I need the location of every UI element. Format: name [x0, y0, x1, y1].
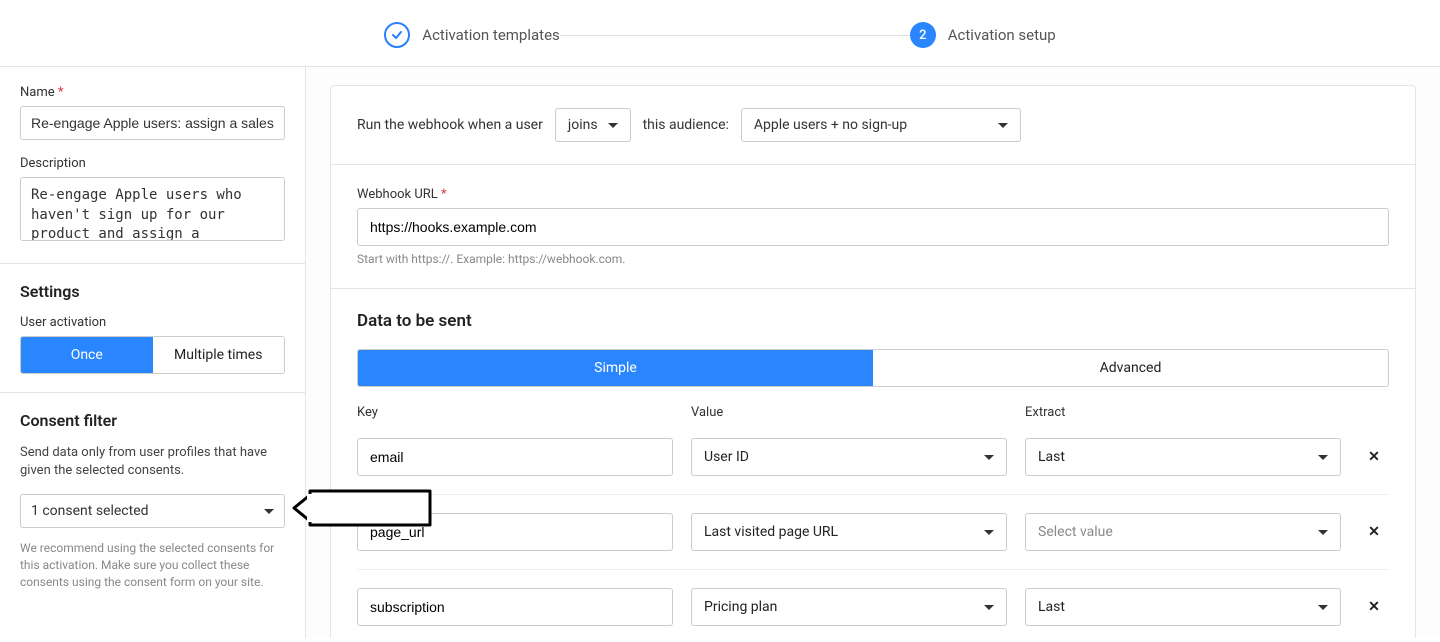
step-1[interactable]: Activation templates [384, 22, 559, 48]
description-label: Description [20, 156, 285, 171]
consent-filter-title: Consent filter [20, 411, 285, 430]
param-value: User ID [704, 449, 749, 465]
col-value: Value [691, 405, 1007, 420]
run-prefix: Run the webhook when a user [357, 117, 543, 133]
main-content: Run the webhook when a user joins this a… [306, 67, 1440, 638]
param-extract-placeholder: Select value [1038, 524, 1113, 540]
chevron-down-icon [264, 509, 274, 514]
param-key-input[interactable] [357, 588, 673, 626]
param-key-input[interactable] [357, 438, 673, 476]
webhook-url-label: Webhook URL [357, 187, 1389, 202]
remove-row-button[interactable]: ✕ [1359, 524, 1389, 540]
param-extract-select[interactable]: Last [1025, 438, 1341, 476]
chevron-down-icon [984, 605, 994, 610]
step-2-number: 2 [910, 22, 936, 48]
tab-simple[interactable]: Simple [358, 350, 873, 386]
run-action-select[interactable]: joins [555, 108, 631, 142]
param-value-select[interactable]: User ID [691, 438, 1007, 476]
col-extract: Extract [1025, 405, 1341, 420]
param-extract-select[interactable]: Select value [1025, 513, 1341, 551]
chevron-down-icon [1318, 455, 1328, 460]
name-input[interactable] [20, 106, 285, 140]
param-key-input[interactable] [357, 513, 673, 551]
name-label: Name [20, 85, 285, 100]
name-description-section: Name Description [0, 67, 305, 264]
step-2[interactable]: 2 Activation setup [910, 22, 1056, 48]
consent-select[interactable]: 1 consent selected [20, 494, 285, 528]
remove-row-button[interactable]: ✕ [1359, 449, 1389, 465]
user-activation-toggle: Once Multiple times [20, 336, 285, 374]
stepper-line [560, 35, 910, 36]
remove-row-button[interactable]: ✕ [1359, 599, 1389, 615]
run-suffix: this audience: [643, 117, 729, 133]
toggle-multiple[interactable]: Multiple times [153, 337, 285, 373]
step-2-label: Activation setup [948, 26, 1056, 44]
chevron-down-icon [998, 123, 1008, 128]
webhook-url-input[interactable] [357, 208, 1389, 246]
param-extract-select[interactable]: Last [1025, 588, 1341, 626]
consent-filter-section: Consent filter Send data only from user … [0, 393, 305, 609]
data-section-title: Data to be sent [357, 311, 1389, 331]
consent-filter-desc: Send data only from user profiles that h… [20, 444, 285, 480]
row-divider [357, 569, 1389, 570]
sidebar: Name Description Settings User activatio… [0, 67, 306, 638]
consent-select-value: 1 consent selected [31, 503, 149, 519]
webhook-url-section: Webhook URL Start with https://. Example… [331, 165, 1415, 289]
data-mode-tabs: Simple Advanced [357, 349, 1389, 387]
tab-advanced[interactable]: Advanced [873, 350, 1388, 386]
param-extract: Last [1038, 449, 1065, 465]
user-activation-label: User activation [20, 315, 285, 330]
consent-note: We recommend using the selected consents… [20, 540, 285, 590]
stepper: Activation templates 2 Activation setup [0, 0, 1440, 66]
param-value: Pricing plan [704, 599, 777, 615]
chevron-down-icon [984, 530, 994, 535]
params-grid: Key Value Extract User ID Last ✕ [357, 405, 1389, 626]
webhook-url-hint: Start with https://. Example: https://we… [357, 252, 1389, 266]
settings-title: Settings [20, 282, 285, 301]
toggle-once[interactable]: Once [21, 337, 153, 373]
audience-value: Apple users + no sign-up [754, 117, 907, 133]
description-input[interactable] [20, 177, 285, 241]
row-divider [357, 494, 1389, 495]
run-condition-section: Run the webhook when a user joins this a… [331, 86, 1415, 165]
param-extract: Last [1038, 599, 1065, 615]
chevron-down-icon [608, 123, 618, 128]
col-key: Key [357, 405, 673, 420]
chevron-down-icon [1318, 530, 1328, 535]
main-card: Run the webhook when a user joins this a… [330, 85, 1416, 638]
param-value-select[interactable]: Last visited page URL [691, 513, 1007, 551]
chevron-down-icon [1318, 605, 1328, 610]
param-value-select[interactable]: Pricing plan [691, 588, 1007, 626]
check-icon [384, 22, 410, 48]
audience-select[interactable]: Apple users + no sign-up [741, 108, 1021, 142]
settings-section: Settings User activation Once Multiple t… [0, 264, 305, 393]
chevron-down-icon [984, 455, 994, 460]
data-to-be-sent-section: Data to be sent Simple Advanced Key Valu… [331, 289, 1415, 638]
param-value: Last visited page URL [704, 524, 838, 540]
step-1-label: Activation templates [422, 26, 559, 44]
run-action-value: joins [568, 117, 598, 133]
